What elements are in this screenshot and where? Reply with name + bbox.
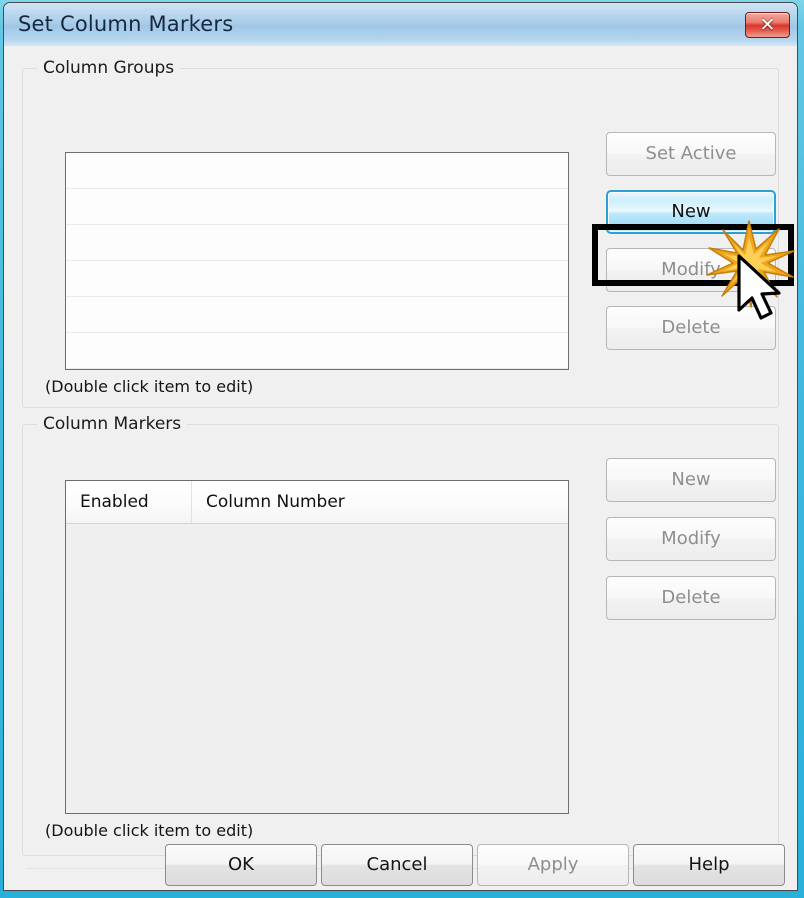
column-groups-modify-button[interactable]: Modify: [606, 248, 776, 292]
set-active-button[interactable]: Set Active: [606, 132, 776, 176]
group-column-markers-caption: Column Markers: [37, 414, 188, 434]
listbox-row-divider: [66, 368, 568, 369]
listview-header: Enabled Column Number: [66, 481, 568, 524]
close-icon: ✕: [759, 14, 776, 36]
column-header-enabled[interactable]: Enabled: [66, 481, 192, 523]
column-markers-listview[interactable]: Enabled Column Number: [65, 480, 569, 814]
column-groups-new-button[interactable]: New: [606, 190, 776, 234]
listbox-row-divider: [66, 260, 568, 261]
column-markers-new-button[interactable]: New: [606, 458, 776, 502]
aero-window-frame: Set Column Markers ✕ Column Groups (Doub…: [0, 0, 804, 898]
close-button[interactable]: ✕: [745, 12, 790, 38]
group-column-groups-caption: Column Groups: [37, 58, 181, 78]
column-markers-hint: (Double click item to edit): [45, 821, 254, 840]
help-button[interactable]: Help: [633, 844, 785, 886]
apply-button[interactable]: Apply: [477, 844, 629, 886]
dialog-window: Set Column Markers ✕ Column Groups (Doub…: [3, 2, 798, 891]
ok-button[interactable]: OK: [165, 844, 317, 886]
group-column-groups: Column Groups (Double click item to edit…: [22, 58, 795, 408]
listbox-row-divider: [66, 224, 568, 225]
column-markers-modify-button[interactable]: Modify: [606, 517, 776, 561]
dialog-body: Column Groups (Double click item to edit…: [4, 46, 797, 890]
window-title: Set Column Markers: [18, 12, 234, 36]
cancel-button[interactable]: Cancel: [321, 844, 473, 886]
column-groups-hint: (Double click item to edit): [45, 377, 254, 396]
title-bar[interactable]: Set Column Markers ✕: [4, 3, 797, 46]
column-groups-listbox[interactable]: [65, 152, 569, 370]
listbox-row-divider: [66, 188, 568, 189]
column-groups-delete-button[interactable]: Delete: [606, 306, 776, 350]
group-column-markers: Column Markers Enabled Column Number (Do…: [22, 414, 779, 856]
listbox-row-divider: [66, 296, 568, 297]
column-markers-delete-button[interactable]: Delete: [606, 576, 776, 620]
listbox-row-divider: [66, 332, 568, 333]
column-header-column-number[interactable]: Column Number: [192, 481, 568, 523]
